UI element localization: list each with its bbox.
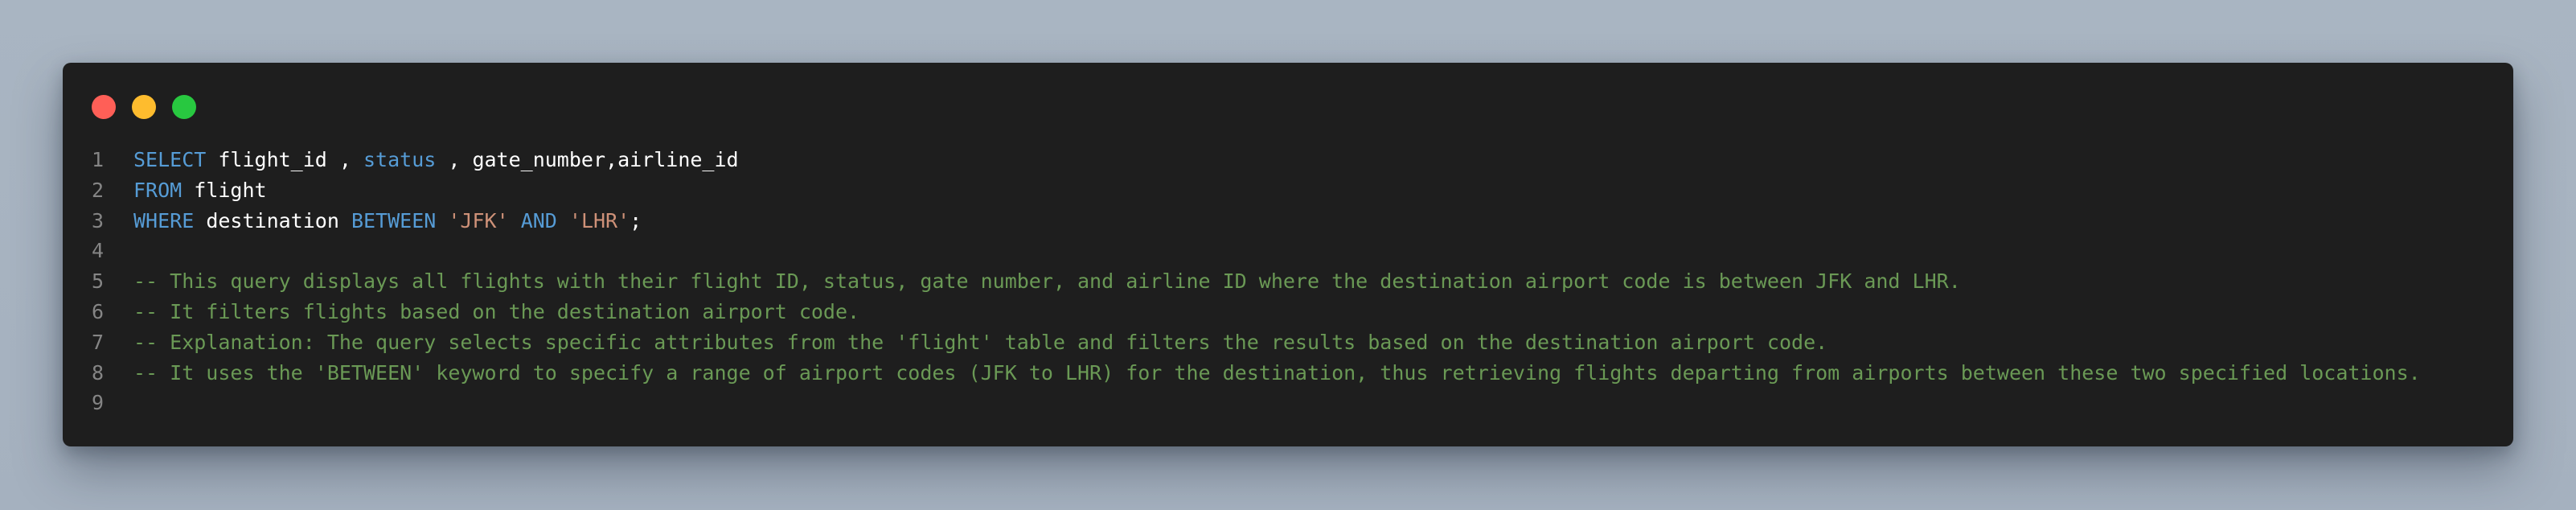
line-number: 7 <box>92 330 105 354</box>
code-token-keyword: WHERE <box>133 208 195 232</box>
code-token-keyword: FROM <box>133 178 183 202</box>
line-source: WHERE destination BETWEEN 'JFK' AND 'LHR… <box>133 206 642 236</box>
code-token-keyword: SELECT <box>133 148 207 171</box>
code-token-plain: , gate_number,airline_id <box>436 148 739 171</box>
code-line: 2 FROM flight <box>92 175 2494 206</box>
line-source: -- It uses the 'BETWEEN' keyword to spec… <box>133 358 2421 389</box>
code-token-keyword: status <box>363 148 437 171</box>
line-source: SELECT flight_id , status , gate_number,… <box>133 145 739 175</box>
line-source: FROM flight <box>133 175 267 206</box>
line-number: 4 <box>92 239 105 263</box>
line-number: 5 <box>92 269 105 294</box>
line-source: -- Explanation: The query selects specif… <box>133 327 1827 358</box>
code-token-plain: flight_id , <box>206 148 363 171</box>
window-controls <box>92 95 196 119</box>
close-dot-icon[interactable] <box>92 95 116 119</box>
line-number: 6 <box>92 299 105 323</box>
code-window: 1 SELECT flight_id , status , gate_number… <box>63 63 2513 446</box>
code-line: 8 -- It uses the 'BETWEEN' keyword to spe… <box>92 358 2494 389</box>
code-line: 5 -- This query displays all flights with… <box>92 266 2494 297</box>
code-line: 3 WHERE destination BETWEEN 'JFK' AND 'LH… <box>92 206 2494 236</box>
line-number: 1 <box>92 148 105 171</box>
code-line: 1 SELECT flight_id , status , gate_number… <box>92 145 2494 175</box>
line-number: 9 <box>92 391 105 415</box>
code-line: 6 -- It filters flights based on the dest… <box>92 297 2494 327</box>
code-editor[interactable]: 1 SELECT flight_id , status , gate_number… <box>92 145 2494 418</box>
code-line: 7 -- Explanation: The query selects speci… <box>92 327 2494 358</box>
code-token-plain: destination <box>194 208 351 232</box>
code-token-comment: -- This query displays all flights with … <box>133 269 1961 294</box>
minimize-dot-icon[interactable] <box>132 95 156 119</box>
code-token-string: 'LHR' <box>568 208 630 232</box>
line-number: 3 <box>92 208 105 232</box>
code-token-keyword: AND <box>520 208 557 232</box>
line-number: 2 <box>92 178 105 202</box>
code-token-comment: -- Explanation: The query selects specif… <box>133 330 1828 354</box>
code-line: 9 <box>92 388 2494 418</box>
line-source: -- It filters flights based on the desti… <box>133 297 859 327</box>
code-token-keyword: BETWEEN <box>351 208 437 232</box>
maximize-dot-icon[interactable] <box>172 95 196 119</box>
code-token-comment: -- It filters flights based on the desti… <box>133 299 860 323</box>
code-token-comment: -- It uses the 'BETWEEN' keyword to spec… <box>133 360 2421 385</box>
line-number: 8 <box>92 360 105 385</box>
code-token-plain: ; <box>630 208 642 232</box>
code-token-plain: flight <box>182 178 267 202</box>
code-token-string: 'JFK' <box>448 208 509 232</box>
line-source: -- This query displays all flights with … <box>133 266 1961 297</box>
code-line: 4 <box>92 236 2494 266</box>
